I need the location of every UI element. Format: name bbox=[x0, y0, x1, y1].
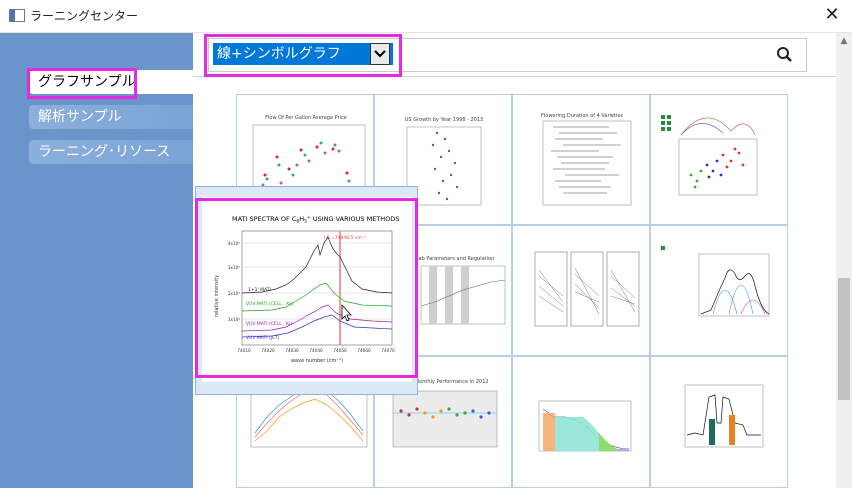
gallery-thumbnail[interactable] bbox=[512, 225, 650, 356]
xtick-label: 74050 bbox=[333, 348, 347, 353]
preview-xlabel: wave number (cm⁻¹) bbox=[291, 358, 343, 364]
preview-annotation: I.E.=74046.5 cm⁻¹ bbox=[324, 235, 366, 241]
close-button[interactable]: ✕ bbox=[820, 3, 844, 27]
chevron-down-icon bbox=[374, 50, 386, 58]
sidebar-item-learning-resources[interactable]: ラーニング･リソース bbox=[29, 140, 194, 164]
ytick-label: 3x10⁴ bbox=[228, 265, 240, 270]
gallery-thumbnail[interactable] bbox=[650, 225, 788, 356]
preview-title-main: MATI SPECTRA OF C bbox=[232, 215, 297, 223]
curve-label: 1+1' MATI bbox=[248, 287, 271, 293]
curve-label: VUV MATI (JET) bbox=[246, 335, 280, 341]
title-bar: ラーニングセンター ✕ bbox=[0, 0, 852, 33]
thumbnail-title: Lab Parameters and Regulation bbox=[416, 256, 495, 262]
thumbnail-preview-popup[interactable]: MATI SPECTRA OF C6H5+ USING VARIOUS METH… bbox=[195, 186, 418, 395]
app-icon bbox=[9, 9, 25, 22]
xtick-label: 74010 bbox=[237, 348, 251, 353]
sidebar bbox=[0, 33, 193, 488]
gallery-thumbnail[interactable]: Flowering Duration of 4 Varieties bbox=[512, 94, 650, 225]
close-icon: ✕ bbox=[824, 4, 840, 25]
sidebar-item-analysis-samples[interactable]: 解析サンプル bbox=[29, 105, 194, 129]
search-toolbar: 線+シンボルグラフ bbox=[193, 33, 836, 77]
preview-graph: MATI SPECTRA OF C6H5+ USING VARIOUS METH… bbox=[202, 197, 412, 382]
ytick-label: 1x10⁴ bbox=[228, 317, 240, 322]
thumbnail-title: US Growth by Year 1998 - 2013 bbox=[405, 117, 483, 123]
preview-title-end: USING VARIOUS METHODS bbox=[311, 215, 400, 223]
curve-label: VUV MATI (CELL , Xe) bbox=[246, 301, 294, 307]
xtick-label: 74040 bbox=[309, 348, 323, 353]
thumbnail-title: Flowering Duration of 4 Varieties bbox=[541, 113, 623, 119]
gallery-thumbnail[interactable] bbox=[512, 356, 650, 488]
thumbnail-title: Flow Of Per Gallon Average Price bbox=[265, 115, 347, 121]
magnifier-icon bbox=[777, 47, 792, 62]
gallery-thumbnail[interactable] bbox=[650, 94, 788, 225]
ytick-label: 4x10⁴ bbox=[228, 241, 240, 246]
curve-label: VUV MATI (CELL , Kr) bbox=[246, 321, 293, 327]
search-button[interactable] bbox=[764, 38, 807, 72]
scrollbar-thumb[interactable] bbox=[838, 278, 850, 400]
vertical-scrollbar[interactable]: ▲ bbox=[836, 33, 852, 488]
ytick-label: 2x10⁴ bbox=[228, 291, 240, 296]
scroll-up-icon[interactable]: ▲ bbox=[838, 33, 850, 49]
sidebar-item-graph-samples[interactable]: グラフサンプル bbox=[29, 70, 194, 94]
xtick-label: 74060 bbox=[357, 348, 371, 353]
category-dropdown[interactable]: 線+シンボルグラフ bbox=[213, 43, 393, 65]
preview-ylabel: relative intensity bbox=[214, 275, 220, 317]
window-title: ラーニングセンター bbox=[30, 9, 139, 23]
xtick-label: 74070 bbox=[381, 348, 395, 353]
xtick-label: 74020 bbox=[261, 348, 275, 353]
xtick-label: 74030 bbox=[285, 348, 299, 353]
dropdown-toggle[interactable] bbox=[370, 43, 390, 65]
gallery-thumbnail[interactable] bbox=[650, 356, 788, 488]
